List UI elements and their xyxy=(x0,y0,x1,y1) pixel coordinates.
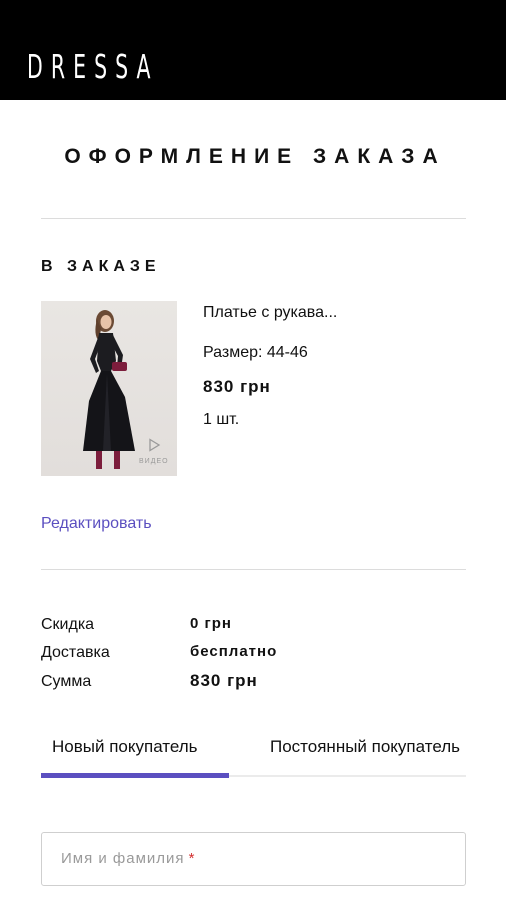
delivery-label: Доставка xyxy=(41,644,110,661)
required-mark: * xyxy=(188,850,196,867)
app-header: DRESSA xyxy=(0,0,506,100)
order-section-title: В ЗАКАЗЕ xyxy=(41,258,161,275)
full-name-field[interactable]: Имя и фамилия * xyxy=(41,832,466,886)
active-tab-indicator xyxy=(41,773,229,778)
total-value: 830 грн xyxy=(190,671,258,690)
total-label: Сумма xyxy=(41,673,92,690)
product-quantity: 1 шт. xyxy=(203,411,240,428)
product-size: Размер: 44-46 xyxy=(203,344,308,361)
delivery-value: бесплатно xyxy=(190,643,278,660)
customer-type-tabs: Новый покупатель Постоянный покупатель xyxy=(41,730,466,778)
product-image[interactable]: ВИДЕО xyxy=(41,301,177,476)
product-price: 830 грн xyxy=(203,377,271,396)
discount-value: 0 грн xyxy=(190,615,232,632)
product-name[interactable]: Платье с рукава... xyxy=(203,304,337,322)
tab-regular-customer[interactable]: Постоянный покупатель xyxy=(270,737,460,757)
edit-order-link[interactable]: Редактировать xyxy=(41,515,152,533)
video-badge: ВИДЕО xyxy=(139,458,169,465)
divider xyxy=(41,218,466,219)
full-name-placeholder: Имя и фамилия * xyxy=(61,850,196,867)
divider xyxy=(41,569,466,570)
tab-new-customer[interactable]: Новый покупатель xyxy=(52,737,198,757)
page-title: ОФОРМЛЕНИЕ ЗАКАЗА xyxy=(64,145,446,168)
brand-logo[interactable]: DRESSA xyxy=(27,47,159,87)
discount-label: Скидка xyxy=(41,616,95,633)
video-play-icon[interactable] xyxy=(147,438,161,452)
